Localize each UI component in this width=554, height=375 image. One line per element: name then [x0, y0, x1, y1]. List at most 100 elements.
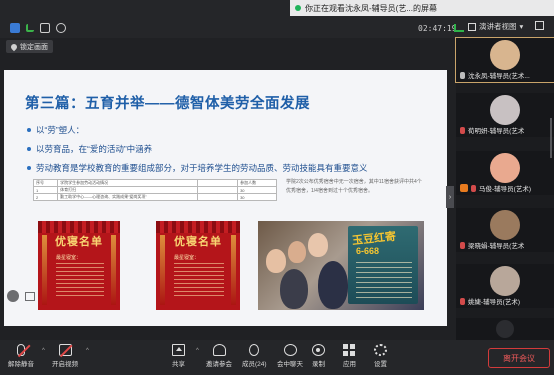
- pin-icon: [9, 42, 19, 51]
- bullet-item: 以“劳”塑人：: [27, 120, 368, 139]
- network-icon[interactable]: [454, 24, 464, 32]
- participant-name: 梁晓娟-辅导员(艺术: [468, 243, 525, 250]
- mic-muted-icon: [460, 126, 465, 134]
- view-mode-button[interactable]: 演讲者视图 ▾: [468, 20, 523, 33]
- table-cell: 勤工助学中心——心理咨询、实践成果“爱岗奖项”: [57, 193, 199, 201]
- chevron-down-icon: ▾: [519, 22, 524, 31]
- mic-muted-icon: [460, 241, 465, 249]
- shared-slide: 第三篇：五育并举——德智体美劳全面发展 以“劳”塑人： 以劳育品，在“爱的活动”…: [4, 70, 447, 326]
- fullscreen-icon[interactable]: [535, 21, 544, 30]
- settings-button[interactable]: 设置: [374, 344, 387, 368]
- dorm-sign-board: 玉豆红寄 6-668: [348, 226, 418, 304]
- meeting-window: 你正在观看沈永凤-辅导员(艺...的屏幕 02:47:19 演讲者视图 ▾ 锁定…: [0, 0, 554, 375]
- bottom-toolbar: 解除静音 ^ 开启视频 ^ 共享 ^ 邀请参会 成员(24) 会中聊天 录制 应…: [0, 340, 554, 375]
- poster-list: [174, 263, 224, 299]
- participant-name: 马俊-辅导员(艺术): [479, 186, 531, 193]
- activity-table: 序号 学院学生参加劳动活动情况 参加人数 1 体育打扫 30 2 勤工助学中心—…: [32, 179, 277, 201]
- view-grid-icon: [468, 22, 476, 31]
- lock-view-button[interactable]: 锁定画面: [6, 40, 53, 53]
- chat-bubble-icon: [283, 344, 297, 356]
- person-figure: [288, 241, 306, 263]
- mic-muted-icon: [460, 297, 465, 305]
- dorm-group-photo: 玉豆红寄 6-668: [258, 221, 424, 310]
- board-text: [356, 262, 412, 300]
- bullet-dot-icon: [27, 165, 31, 170]
- bullet-dot-icon: [27, 127, 31, 132]
- grid-icon[interactable]: [40, 23, 50, 33]
- participant-name-row: 梁晓娟-辅导员(艺术: [460, 240, 552, 250]
- participant-tile[interactable]: 马俊-辅导员(艺术): [456, 151, 554, 195]
- table-cell: 2: [32, 193, 59, 201]
- signal-icon[interactable]: [26, 24, 34, 32]
- participant-name-row: 马俊-辅导员(艺术): [460, 183, 552, 193]
- share-screen-icon: [172, 344, 185, 356]
- apps-label: 应用: [343, 361, 356, 368]
- collapse-panel-button[interactable]: ›: [446, 186, 454, 208]
- chevron-right-icon: ›: [448, 193, 452, 201]
- curtain-decoration: [38, 221, 120, 233]
- avatar: [490, 210, 520, 240]
- avatar: [490, 153, 520, 183]
- status-icons: [10, 22, 66, 34]
- table-row: 1 体育打扫 30: [32, 186, 277, 194]
- table-cell: 参加人数: [237, 179, 277, 187]
- avatar: [490, 40, 520, 70]
- chat-label: 会中聊天: [277, 361, 303, 368]
- meeting-timer: 02:47:19: [418, 24, 457, 33]
- participant-tile[interactable]: 沈永凤-辅导员(艺术...: [455, 37, 554, 83]
- slide-title: 第三篇：五育并举——德智体美劳全面发展: [25, 96, 310, 112]
- avatar: [490, 266, 520, 296]
- screenshot-icon[interactable]: [25, 292, 35, 301]
- invite-button[interactable]: 邀请参会: [206, 344, 232, 368]
- participant-name-row: 荀明妍-辅导员(艺术: [460, 125, 552, 135]
- poster-subtitle: 最星寝室：: [174, 255, 200, 261]
- sharing-dot-icon: [295, 5, 301, 11]
- table-cell: 学院学生参加劳动活动情况: [57, 179, 199, 187]
- table-cell: 序号: [32, 179, 59, 187]
- chat-button[interactable]: 会中聊天: [277, 344, 303, 368]
- screen-share-banner[interactable]: 你正在观看沈永凤-辅导员(艺...的屏幕: [290, 0, 554, 16]
- table-cell: [197, 186, 239, 194]
- participant-name: 姚婕-辅导员(艺术): [468, 299, 520, 306]
- unmute-button[interactable]: 解除静音: [8, 344, 34, 368]
- slide-note: 学院2次公布优秀宿舍中无一次宿舍，其中11宿舍获评中共4个优秀宿舍，1/4宿舍到…: [286, 179, 422, 194]
- invite-user-icon: [212, 344, 226, 356]
- participant-tile[interactable]: 荀明妍-辅导员(艺术: [456, 93, 554, 137]
- participant-tile[interactable]: [456, 318, 554, 340]
- apps-grid-icon: [343, 344, 356, 356]
- table-row: 2 勤工助学中心——心理咨询、实践成果“爱岗奖项” 30: [32, 193, 277, 201]
- shield-icon[interactable]: [10, 23, 20, 33]
- bullet-item: 以劳育品，在“爱的活动”中涵养: [27, 139, 368, 158]
- avatar: [496, 320, 514, 338]
- record-button[interactable]: 录制: [312, 344, 325, 368]
- leave-meeting-button[interactable]: 离开会议: [488, 348, 550, 368]
- members-button[interactable]: 成员(24): [242, 344, 267, 368]
- bullet-dot-icon: [27, 146, 31, 151]
- table-cell: [197, 179, 239, 187]
- members-icon: [249, 344, 260, 356]
- person-figure: [308, 233, 328, 257]
- annotation-icon[interactable]: [7, 290, 19, 302]
- camera-off-icon: [58, 344, 72, 356]
- share-label: 共享: [172, 361, 185, 368]
- participants-panel: 沈永凤-辅导员(艺术... 荀明妍-辅导员(艺术 马俊-辅导员(艺术) 梁晓娟-…: [455, 37, 554, 340]
- invite-label: 邀请参会: [206, 361, 232, 368]
- panel-scrollbar[interactable]: [550, 118, 552, 158]
- table-row: 序号 学院学生参加劳动活动情况 参加人数: [32, 179, 277, 187]
- info-icon[interactable]: [56, 23, 66, 33]
- start-video-button[interactable]: 开启视频: [52, 344, 78, 368]
- raise-hand-icon: [460, 184, 468, 192]
- share-button[interactable]: 共享: [172, 344, 185, 368]
- bullet-item: 劳动教育是学校教育的重要组成部分，对于培养学生的劳动品质、劳动技能具有重要意义: [27, 158, 368, 177]
- participant-tile[interactable]: 姚婕-辅导员(艺术): [456, 264, 554, 308]
- chevron-up-icon[interactable]: ^: [86, 348, 89, 354]
- avatar: [490, 95, 520, 125]
- apps-button[interactable]: 应用: [343, 344, 356, 368]
- curtain-decoration: [156, 221, 240, 233]
- bullet-text: 劳动教育是学校教育的重要组成部分，对于培养学生的劳动品质、劳动技能具有重要意义: [36, 162, 368, 173]
- chevron-up-icon[interactable]: ^: [42, 348, 45, 354]
- chevron-up-icon[interactable]: ^: [196, 348, 199, 354]
- participant-tile[interactable]: 梁晓娟-辅导员(艺术: [456, 208, 554, 252]
- poster-list: [56, 263, 104, 299]
- poster-subtitle: 最星寝室：: [56, 255, 82, 261]
